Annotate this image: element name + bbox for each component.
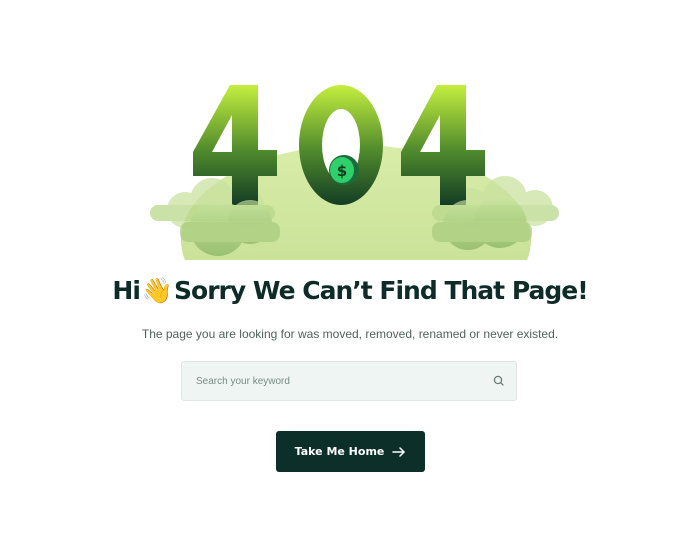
page-title-message: Sorry We Can’t Find That Page!	[174, 276, 589, 305]
page-subtitle: The page you are looking for was moved, …	[141, 327, 559, 341]
coin-icon: $	[329, 155, 359, 185]
take-me-home-button[interactable]: Take Me Home	[276, 431, 425, 472]
404-illustration: $	[150, 85, 559, 260]
page-title-greeting: Hi	[112, 276, 140, 305]
take-me-home-label: Take Me Home	[294, 445, 385, 458]
arrow-right-icon	[392, 446, 406, 457]
page-title: Hi👋Sorry We Can’t Find That Page!	[0, 276, 700, 306]
search-input[interactable]	[182, 362, 482, 400]
waving-hand-icon: 👋	[141, 276, 173, 305]
coin-symbol: $	[337, 162, 347, 180]
search-bar	[181, 361, 517, 401]
digit-zero: $	[299, 85, 383, 205]
search-icon[interactable]	[492, 374, 506, 388]
